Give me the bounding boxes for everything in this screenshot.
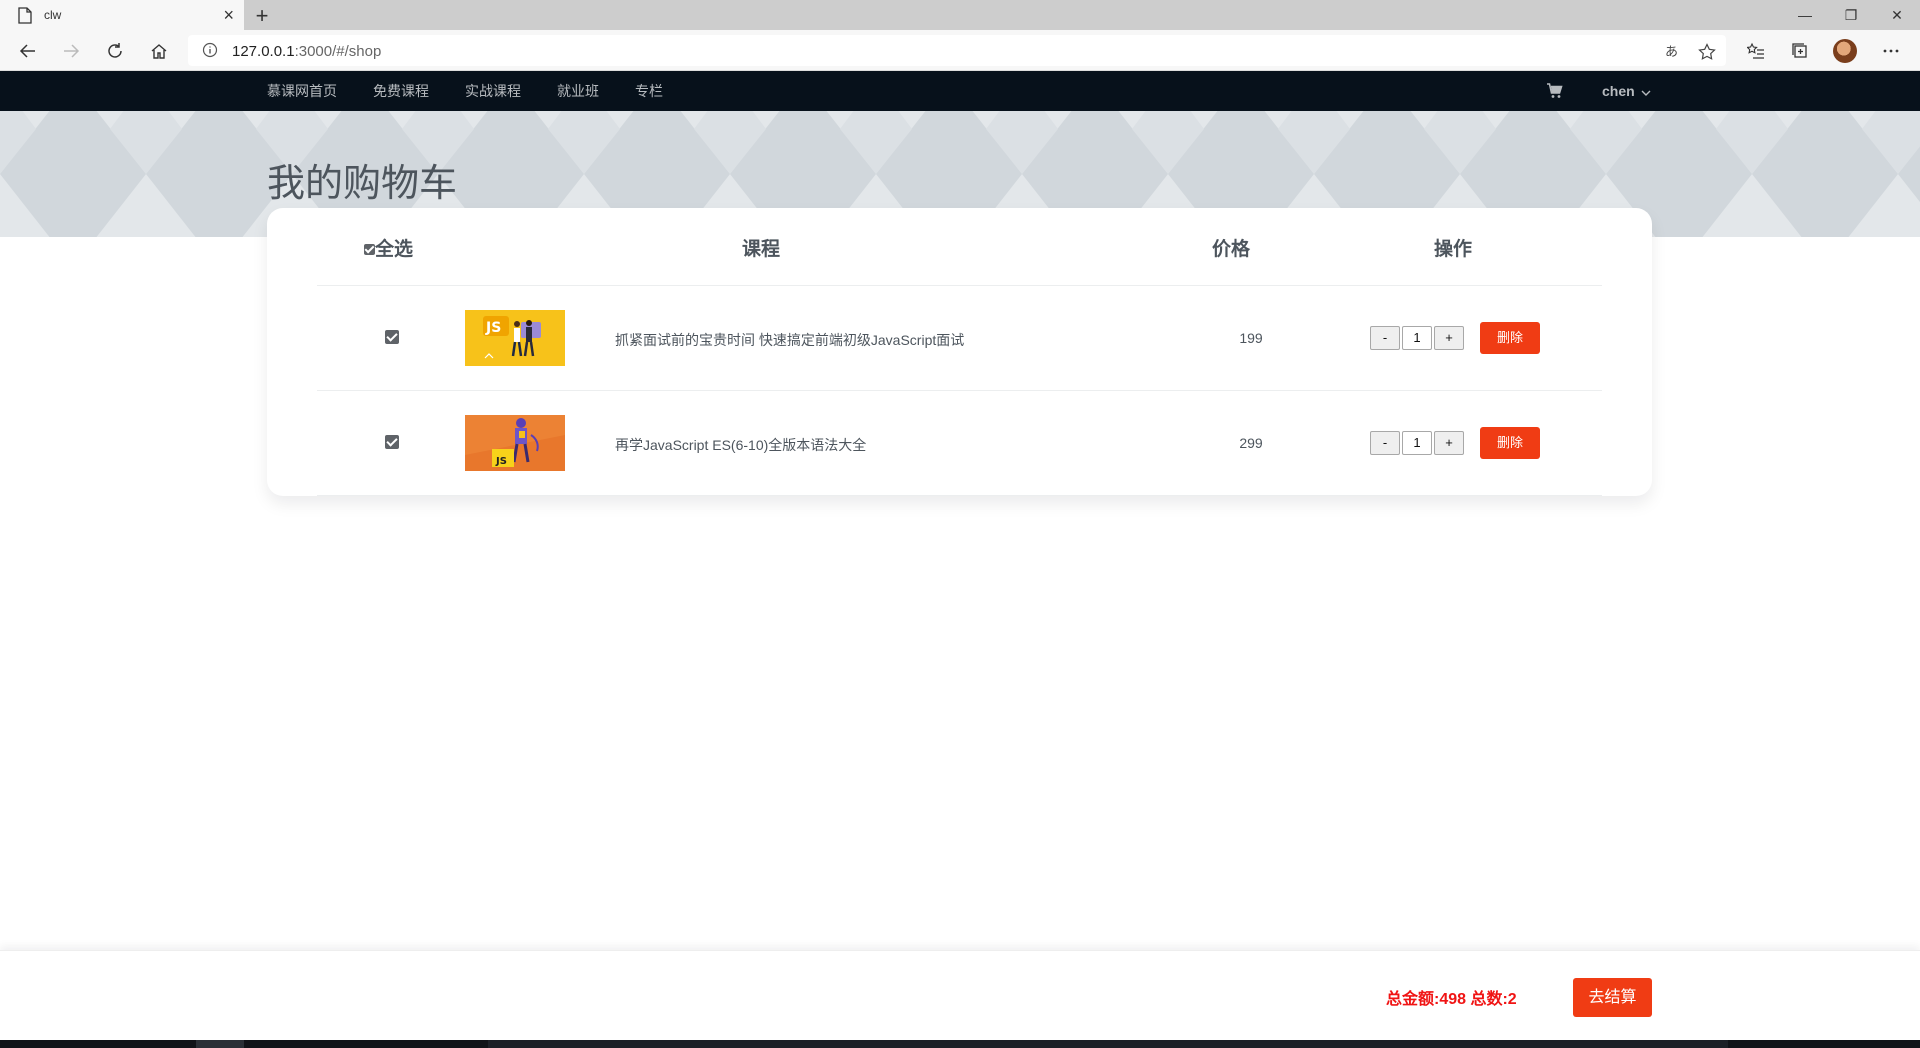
course-thumbnail[interactable]: JS [465,310,565,366]
page-title: 我的购物车 [267,163,458,205]
cart-table-header: 全选 课程 价格 操作 [317,208,1602,286]
quantity-input[interactable]: 1 [1402,431,1432,455]
refresh-icon[interactable] [102,38,128,64]
nav-item-practical-courses[interactable]: 实战课程 [465,71,521,111]
avatar [1833,39,1857,63]
close-window-button[interactable]: ✕ [1874,0,1920,30]
row-checkbox[interactable] [385,435,399,449]
window-controls: — ❐ ✕ [1782,0,1920,30]
thumb-label: JS [485,320,501,336]
page-icon [18,6,32,24]
site-nav: 慕课网首页 免费课程 实战课程 就业班 专栏 chen [0,71,1920,111]
close-tab-icon[interactable]: × [223,6,234,24]
taskbar-window-strip [488,1040,1728,1048]
shopping-cart-icon[interactable] [1546,82,1563,104]
url-host: 127.0.0.1 [232,43,295,60]
delete-button[interactable]: 删除 [1480,322,1540,354]
browser-tab[interactable]: clw × [0,0,244,30]
home-icon[interactable] [146,38,172,64]
select-all-label: 全选 [375,239,414,260]
minimize-button[interactable]: — [1782,0,1828,30]
nav-item-home[interactable]: 慕课网首页 [267,71,337,111]
forward-icon[interactable] [58,38,84,64]
svg-text:あ: あ [1665,45,1678,59]
delete-button[interactable]: 删除 [1480,427,1540,459]
url-text: 127.0.0.1:3000/#/shop [232,43,381,60]
os-taskbar [0,1040,1920,1048]
course-price: 299 [1239,435,1263,451]
course-price: 199 [1239,330,1263,346]
increment-button[interactable]: + [1434,431,1464,455]
username: chen [1602,83,1635,99]
cart-row: JS 抓紧面试前的宝贵时间 快速搞定前端初级JavaScript面试 199 -… [317,286,1602,391]
user-menu[interactable]: chen [1602,71,1651,111]
decrement-button[interactable]: - [1370,431,1400,455]
favorites-icon[interactable] [1743,38,1769,64]
select-all-checkbox[interactable] [364,244,375,256]
header-price: 价格 [1212,239,1251,260]
cart-totals: 总金额:498 总数:2 [1386,991,1517,1008]
nav-item-free-courses[interactable]: 免费课程 [373,71,429,111]
tab-title: clw [44,8,62,22]
translate-icon[interactable]: あ [1665,43,1683,64]
quantity-input[interactable]: 1 [1402,326,1432,350]
profile-avatar[interactable] [1832,38,1858,64]
decrement-button[interactable]: - [1370,326,1400,350]
more-menu-icon[interactable] [1878,38,1904,64]
address-toolbar: 127.0.0.1:3000/#/shop あ [0,30,1920,71]
checkout-button[interactable]: 去结算 [1573,978,1652,1017]
header-action: 操作 [1434,239,1473,260]
course-name[interactable]: 再学JavaScript ES(6-10)全版本语法大全 [615,435,866,455]
select-all[interactable]: 全选 [364,234,413,261]
cart-card: 全选 课程 价格 操作 JS 抓紧面试前的宝贵时间 快速搞定前端初级JavaSc… [267,208,1652,496]
restore-button[interactable]: ❐ [1828,0,1874,30]
row-checkbox[interactable] [385,330,399,344]
cart-footer: 总金额:498 总数:2 去结算 [0,950,1920,1040]
quantity-stepper: - 1 + [1370,326,1464,350]
url-bar[interactable]: 127.0.0.1:3000/#/shop あ [188,35,1726,66]
favorite-star-icon[interactable] [1698,43,1716,66]
cart-row: JS 再学JavaScript ES(6-10)全版本语法大全 299 - 1 … [317,391,1602,496]
nav-menu: 慕课网首页 免费课程 实战课程 就业班 专栏 [267,71,699,111]
quantity-stepper: - 1 + [1370,431,1464,455]
browser-tab-bar: clw × + — ❐ ✕ [0,0,1920,30]
info-icon[interactable] [202,42,218,63]
new-tab-button[interactable]: + [250,3,274,29]
url-path: :3000/#/shop [294,43,382,60]
course-name[interactable]: 抓紧面试前的宝贵时间 快速搞定前端初级JavaScript面试 [615,330,964,350]
taskbar-active-item[interactable] [196,1040,244,1048]
chevron-down-icon [1641,71,1651,111]
course-thumbnail[interactable]: JS [465,415,565,471]
increment-button[interactable]: + [1434,326,1464,350]
header-course: 课程 [742,239,781,260]
nav-item-career-class[interactable]: 就业班 [557,71,599,111]
back-icon[interactable] [15,38,41,64]
collections-icon[interactable] [1787,38,1813,64]
thumb-label: JS [495,456,507,467]
nav-item-column[interactable]: 专栏 [635,71,663,111]
